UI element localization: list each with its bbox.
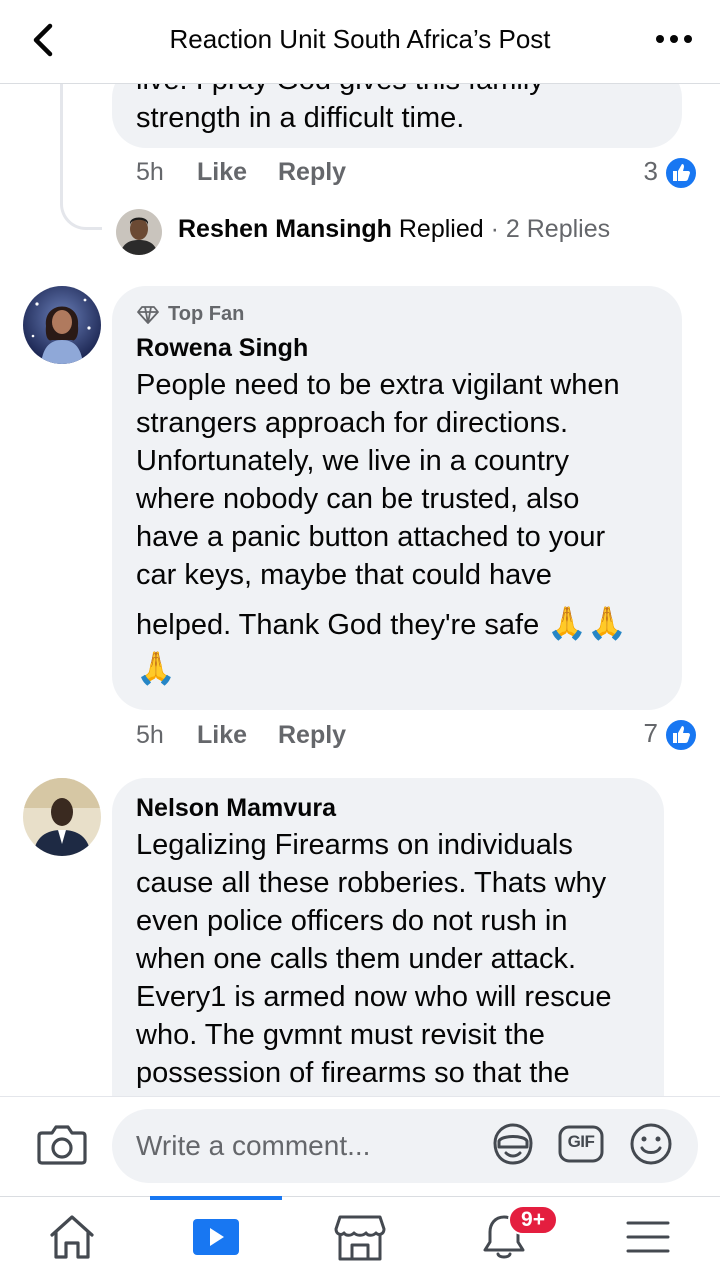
comment-bubble[interactable]: Top Fan Rowena Singh People need to be e… [112,286,682,710]
marketplace-icon [334,1215,386,1261]
comment-text-line: have a panic button attached to your [136,521,606,553]
video-play-icon [193,1219,239,1255]
diamond-icon [137,305,159,324]
reply-button[interactable]: Reply [278,721,346,750]
emoji-button[interactable] [628,1121,674,1167]
smiley-icon [630,1123,672,1165]
comment-composer: GIF [0,1096,720,1196]
comment-actions: 5h Like Reply [136,721,396,757]
avatar-image [23,778,101,856]
reaction-count: 7 [643,718,658,748]
pray-emoji: 🙏 [136,650,176,686]
like-reaction-icon [664,718,698,752]
tab-marketplace[interactable] [332,1211,388,1263]
comment-timestamp: 5h [136,158,164,186]
badge-label: Top Fan [168,303,245,325]
reply-count: 2 Replies [505,215,611,243]
reply-action: Replied [398,215,484,243]
comment-bubble[interactable]: Nelson Mamvura Legalizing Firearms on in… [112,778,664,1096]
avatar-sticker-icon [493,1123,533,1165]
menu-icon [626,1221,670,1253]
comment-text-line: Legalizing Firearms on individuals [136,829,573,861]
avatar[interactable] [23,286,101,364]
avatar[interactable] [116,209,162,255]
more-horizontal-icon [656,35,692,43]
comment-text-line: who. The gvmnt must revisit the [136,1019,545,1051]
comment-text-line: helped. Thank God they're safe 🙏🙏 [136,604,627,644]
back-button[interactable] [22,18,70,62]
top-bar: Reaction Unit South Africa’s Post [0,0,720,84]
comments-feed[interactable]: live. I pray God gives this family stren… [0,84,720,1096]
comment-bubble[interactable]: live. I pray God gives this family stren… [112,84,682,148]
notification-badge: 9+ [508,1205,558,1235]
comment-text-line: strangers approach for directions. [136,407,568,439]
pray-emoji: 🙏 [547,605,588,641]
comment-actions: 5h Like Reply [136,158,396,194]
gif-label: GIF [567,1132,595,1151]
page-title: Reaction Unit South Africa’s Post [169,24,551,54]
comment-timestamp: 5h [136,721,164,749]
avatar-sticker-button[interactable] [490,1121,536,1167]
comment-text-line: car keys, maybe that could have [136,559,552,591]
chevron-left-icon [33,23,53,57]
gif-button[interactable]: GIF [558,1121,604,1167]
comment-input[interactable] [112,1109,698,1183]
bottom-tab-bar: 9+ [0,1196,720,1280]
comment-text-line: even police officers do not rush in [136,905,568,937]
comment-text-line: strength in a difficult time. [136,102,465,134]
comment-text-line: possession of firearms so that the [136,1057,570,1089]
comment-text-line: where nobody can be trusted, also [136,483,580,515]
thread-connector [60,84,102,230]
active-tab-indicator [150,1196,282,1200]
reply-summary[interactable]: Reshen Mansingh Replied · 2 Replies [178,215,610,244]
comment-author[interactable]: Rowena Singh [136,334,308,363]
tab-watch[interactable] [188,1211,244,1263]
comment-text-line: Every1 is armed now who will rescue [136,981,612,1013]
like-reaction-icon [664,156,698,190]
tab-menu[interactable] [620,1211,676,1263]
comment-text-line: cause all these robberies. Thats why [136,867,607,899]
reaction-count: 3 [643,156,658,186]
more-options-button[interactable] [652,24,696,58]
comment-text-line: live. I pray God gives this family [136,84,544,99]
post-comments-screen: Reaction Unit South Africa’s Post live. … [0,0,720,1280]
camera-button[interactable] [36,1121,88,1167]
reaction-summary[interactable]: 3 [600,156,698,192]
comment-text-line: People need to be extra vigilant when [136,369,620,401]
comment-text-line: Unfortunately, we live in a country [136,445,570,477]
pray-emoji: 🙏 [587,605,627,641]
reply-separator: · [490,215,499,243]
home-icon [50,1215,94,1259]
comment-text-segment: helped. Thank God they're safe [136,609,540,641]
like-button[interactable]: Like [197,158,247,187]
reaction-summary[interactable]: 7 [600,718,698,754]
comment-text-line: when one calls them under attack. [136,943,577,975]
avatar[interactable] [23,778,101,856]
camera-icon [37,1125,87,1165]
reply-button[interactable]: Reply [278,158,346,187]
tab-home[interactable] [44,1211,100,1263]
comment-author[interactable]: Nelson Mamvura [136,794,336,823]
avatar-image [23,286,101,364]
like-button[interactable]: Like [197,721,247,750]
top-fan-badge: Top Fan [136,303,244,326]
reply-author: Reshen Mansingh [178,215,392,243]
avatar-image [116,209,162,255]
